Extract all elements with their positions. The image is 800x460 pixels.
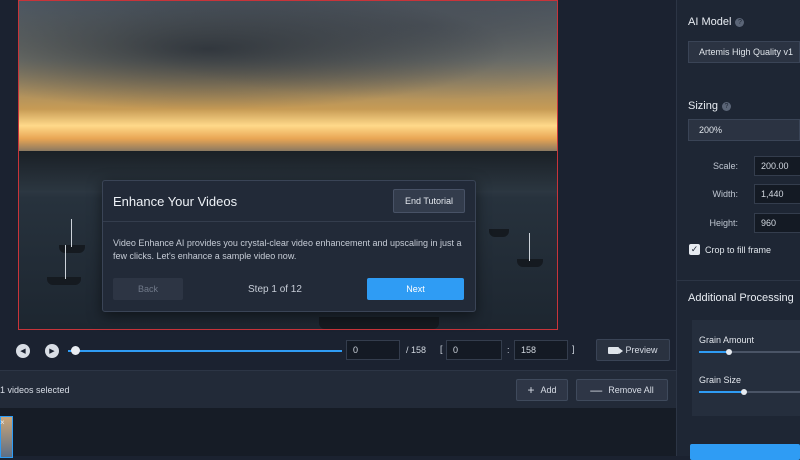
boat-mast [65, 245, 66, 279]
scrubber-handle[interactable] [71, 346, 80, 355]
grain-size-fill [699, 391, 744, 393]
remove-all-label: Remove All [608, 385, 654, 395]
timeline-scrubber[interactable] [68, 350, 342, 352]
crop-checkbox[interactable]: ✓ [689, 244, 700, 255]
boat [319, 317, 439, 329]
close-icon[interactable]: × [0, 418, 5, 427]
frame-total: / 158 [406, 345, 427, 355]
help-icon[interactable]: ? [735, 18, 745, 27]
width-input[interactable]: 1,440 [754, 184, 800, 204]
tutorial-step: Step 1 of 12 [248, 284, 302, 295]
step-frame-icon[interactable]: ▶ [45, 344, 59, 358]
skip-start-icon[interactable]: ◀ [16, 344, 30, 358]
end-tutorial-button[interactable]: End Tutorial [393, 189, 465, 213]
remove-all-button[interactable]: — Remove All [576, 379, 668, 401]
minus-icon: — [590, 383, 603, 397]
width-label: Width: [712, 189, 738, 199]
add-label: Add [540, 385, 557, 395]
tutorial-body: Video Enhance AI provides you crystal-cl… [113, 238, 462, 261]
sizing-select[interactable]: 200% [688, 119, 800, 141]
video-thumbnail-strip [0, 408, 676, 456]
grain-amount-fill [699, 351, 729, 353]
camera-icon [608, 346, 624, 354]
ai-model-select[interactable]: Artemis High Quality v1 [688, 41, 800, 63]
help-icon[interactable]: ? [721, 102, 731, 111]
plus-icon: + [527, 383, 535, 397]
height-label: Height: [709, 218, 738, 228]
additional-processing-heading: Additional Processing [688, 292, 794, 304]
boat-mast [71, 219, 72, 247]
range-start-input[interactable]: 0 [446, 340, 502, 360]
frame-input[interactable]: 0 [346, 340, 400, 360]
scale-label: Scale: [712, 161, 738, 171]
ai-model-heading: AI Model? [688, 16, 745, 28]
next-button[interactable]: Next [367, 278, 464, 300]
range-open-bracket: [ [440, 344, 443, 354]
selected-count: 1 videos selected [0, 385, 70, 395]
range-close-bracket: ] [572, 344, 575, 354]
sizing-heading-text: Sizing [688, 100, 718, 112]
grain-amount-handle[interactable] [726, 349, 732, 355]
height-input[interactable]: 960 [754, 213, 800, 233]
boat-mast [529, 233, 530, 261]
range-end-input[interactable]: 158 [514, 340, 568, 360]
grain-size-label: Grain Size [699, 375, 742, 385]
tutorial-divider [103, 221, 475, 222]
tutorial-title: Enhance Your Videos [113, 194, 238, 209]
boat [517, 259, 543, 267]
preview-label: Preview [625, 345, 658, 355]
boat [59, 245, 85, 253]
grain-amount-label: Grain Amount [699, 335, 755, 345]
start-processing-button[interactable] [690, 444, 800, 460]
grain-size-handle[interactable] [741, 389, 747, 395]
sizing-heading: Sizing? [688, 100, 731, 112]
boat [489, 229, 509, 237]
sky-clouds [19, 1, 557, 121]
crop-label: Crop to fill frame [705, 245, 772, 255]
scale-input[interactable]: 200.00 [754, 156, 800, 176]
preview-button[interactable]: Preview [596, 339, 670, 361]
ai-model-heading-text: AI Model [688, 16, 732, 28]
tutorial-dialog: Enhance Your Videos End Tutorial Video E… [102, 180, 476, 312]
file-list-toolbar [0, 370, 676, 410]
range-colon: : [507, 345, 510, 355]
panel-divider [676, 280, 800, 281]
add-button[interactable]: + Add [516, 379, 568, 401]
boat [47, 277, 81, 285]
back-button[interactable]: Back [113, 278, 183, 300]
